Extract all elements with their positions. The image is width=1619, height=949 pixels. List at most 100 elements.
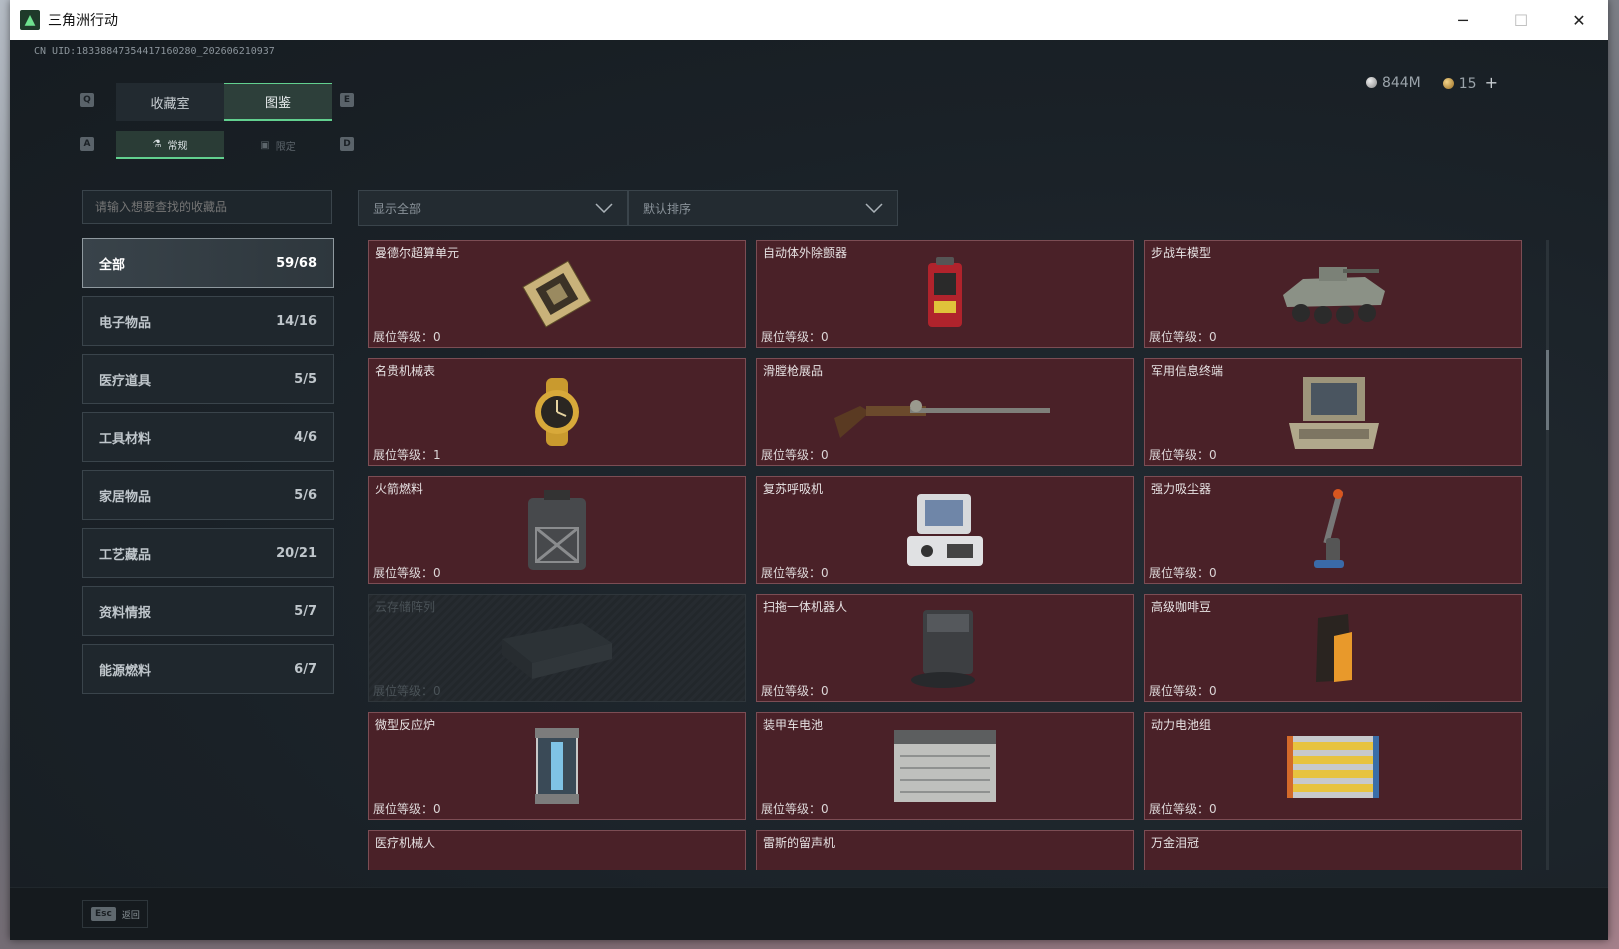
item-name: 自动体外除颤器 (763, 246, 848, 260)
item-name: 复苏呼吸机 (763, 482, 824, 496)
category-count: 6/7 (294, 661, 317, 677)
item-name: 军用信息终端 (1151, 364, 1224, 378)
tab-codex[interactable]: 图鉴 (224, 83, 332, 121)
item-card[interactable]: 军用信息终端 展位等级：0 (1144, 358, 1522, 466)
item-card[interactable]: 自动体外除颤器 展位等级：0 (756, 240, 1134, 348)
category-count: 5/5 (294, 371, 317, 387)
item-name: 万金泪冠 (1151, 836, 1200, 850)
category-all[interactable]: 全部 59/68 (82, 238, 334, 288)
flask-icon: ⚗ (152, 138, 162, 150)
vacuum-cleaner-icon (1314, 489, 1344, 568)
delta-logo-icon: ▲ (20, 10, 40, 30)
item-card[interactable]: 装甲车电池 展位等级：0 (756, 712, 1134, 820)
item-card[interactable]: 微型反应炉 展位等级：0 (368, 712, 746, 820)
maximize-button[interactable]: ☐ (1492, 0, 1550, 40)
main-content: CN UID:18338847354417160280_202606210937… (10, 40, 1608, 940)
item-card[interactable]: 曼德尔超算单元 展位等级：0 (368, 240, 746, 348)
subtab-limited-label: 限定 (275, 141, 296, 153)
item-name: 动力电池组 (1151, 718, 1212, 732)
category-energy[interactable]: 能源燃料 6/7 (82, 644, 334, 694)
category-label: 工艺藏品 (99, 547, 152, 563)
tab-collection-room[interactable]: 收藏室 (116, 83, 224, 121)
sub-tabs: ⚗ 常规 ▣ 限定 (116, 131, 332, 159)
key-hint-e: E (340, 93, 354, 107)
category-count: 59/68 (276, 255, 317, 271)
category-list: 全部 59/68 电子物品 14/16 医疗道具 5/5 工具材料 4/6 家居物品 5/… (82, 238, 334, 702)
robot-mop-icon (911, 610, 975, 688)
bottom-bar: Esc 返回 (10, 887, 1608, 940)
item-level: 展位等级：0 (373, 330, 441, 344)
sort-value: 默认排序 (643, 201, 692, 216)
category-intel[interactable]: 资料情报 5/7 (82, 586, 334, 636)
item-name: 扫拖一体机器人 (763, 600, 848, 614)
item-card[interactable]: 强力吸尘器 展位等级：0 (1144, 476, 1522, 584)
item-card[interactable]: 扫拖一体机器人 展位等级：0 (756, 594, 1134, 702)
item-level: 展位等级：0 (373, 802, 441, 816)
item-level: 展位等级：0 (761, 448, 829, 462)
display-filter-dropdown[interactable]: 显示全部 (358, 190, 628, 226)
close-button[interactable]: ✕ (1550, 0, 1608, 40)
title-bar: ▲ 三角洲行动 ─ ☐ ✕ (10, 0, 1608, 40)
item-card[interactable]: 名贵机械表 展位等级：1 (368, 358, 746, 466)
item-card[interactable]: 高级咖啡豆 展位等级：0 (1144, 594, 1522, 702)
military-terminal-icon (1289, 377, 1379, 449)
item-card[interactable]: 复苏呼吸机 展位等级：0 (756, 476, 1134, 584)
scroll-thumb[interactable] (1546, 350, 1549, 430)
item-name: 雷斯的留声机 (763, 836, 836, 850)
category-label: 电子物品 (99, 315, 152, 331)
category-electronics[interactable]: 电子物品 14/16 (82, 296, 334, 346)
item-name: 曼德尔超算单元 (375, 246, 460, 260)
minimize-button[interactable]: ─ (1434, 0, 1492, 40)
category-label: 工具材料 (99, 431, 152, 447)
chip-icon (522, 260, 592, 328)
app-window: ▲ 三角洲行动 ─ ☐ ✕ CN UID:1833884735441716028… (10, 0, 1608, 940)
back-button[interactable]: Esc 返回 (82, 900, 148, 928)
item-card[interactable]: 雷斯的留声机 (756, 830, 1134, 870)
subtab-limited[interactable]: ▣ 限定 (224, 131, 332, 159)
item-card[interactable]: 万金泪冠 (1144, 830, 1522, 870)
item-name: 医疗机械人 (375, 836, 436, 850)
item-level: 展位等级：0 (1149, 330, 1217, 344)
category-label: 医疗道具 (99, 373, 152, 389)
defibrillator-icon (928, 257, 962, 327)
item-card-locked[interactable]: 云存储阵列 展位等级：0 (368, 594, 746, 702)
category-count: 14/16 (276, 313, 317, 329)
back-label: 返回 (121, 910, 140, 921)
item-name: 火箭燃料 (375, 482, 424, 496)
coffee-bag-icon (1316, 614, 1352, 682)
item-card[interactable]: 滑膛枪展品 展位等级：0 (756, 358, 1134, 466)
category-medical[interactable]: 医疗道具 5/5 (82, 354, 334, 404)
limited-icon: ▣ (260, 139, 270, 151)
category-label: 能源燃料 (99, 663, 152, 679)
user-uid: CN UID:18338847354417160280_202606210937 (34, 46, 275, 57)
item-name: 强力吸尘器 (1151, 482, 1212, 496)
display-filter-value: 显示全部 (373, 201, 422, 216)
gold-currency: 15 + (1442, 73, 1498, 92)
category-tools[interactable]: 工具材料 4/6 (82, 412, 334, 462)
category-household[interactable]: 家居物品 5/6 (82, 470, 334, 520)
add-currency-icon[interactable]: + (1485, 73, 1498, 92)
item-name: 微型反应炉 (375, 718, 436, 732)
subtab-normal-label: 常规 (167, 140, 188, 152)
item-name: 步战车模型 (1151, 246, 1212, 260)
search-input[interactable] (82, 190, 332, 224)
sort-dropdown[interactable]: 默认排序 (628, 190, 898, 226)
subtab-normal[interactable]: ⚗ 常规 (116, 131, 224, 159)
item-card[interactable]: 动力电池组 展位等级：0 (1144, 712, 1522, 820)
category-crafts[interactable]: 工艺藏品 20/21 (82, 528, 334, 578)
silver-currency: 844M (1365, 75, 1421, 91)
item-level: 展位等级：0 (1149, 448, 1217, 462)
item-level: 展位等级：0 (1149, 566, 1217, 580)
item-level: 展位等级：0 (761, 802, 829, 816)
armored-vehicle-icon (1283, 267, 1385, 324)
category-count: 4/6 (294, 429, 317, 445)
category-count: 5/7 (294, 603, 317, 619)
item-level: 展位等级：0 (373, 566, 441, 580)
watch-icon (535, 378, 579, 446)
grid-scrollbar[interactable] (1546, 240, 1549, 870)
item-card[interactable]: 步战车模型 展位等级：0 (1144, 240, 1522, 348)
item-level: 展位等级：0 (373, 684, 441, 698)
item-card[interactable]: 医疗机械人 (368, 830, 746, 870)
item-card[interactable]: 火箭燃料 展位等级：0 (368, 476, 746, 584)
silver-coin-icon (1365, 76, 1377, 88)
